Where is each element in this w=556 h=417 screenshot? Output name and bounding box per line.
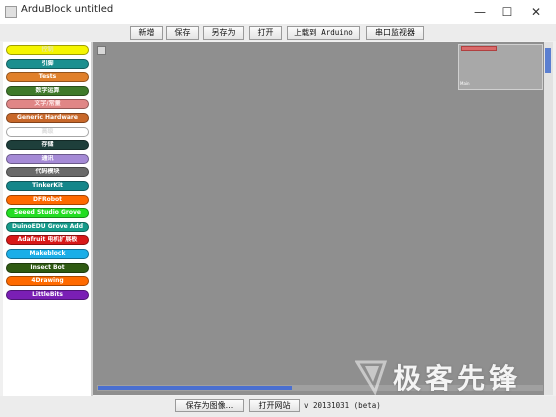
toolbar: 新增 保存 另存为 打开 上载到 Arduino 串口监视器 [0, 24, 556, 41]
title-bar: ArduBlock untitled — ☐ ✕ [0, 0, 556, 24]
save-as-image-button[interactable]: 保存为图像... [175, 399, 244, 412]
horizontal-scroll-thumb[interactable] [98, 386, 292, 390]
minimap-viewport[interactable] [461, 46, 497, 51]
version-label: v 20131031 (beta) [304, 401, 381, 410]
palette-category-button[interactable]: Tests [6, 72, 89, 83]
save-button[interactable]: 保存 [166, 26, 199, 40]
palette-category-button[interactable]: 高级 [6, 126, 89, 137]
vertical-scrollbar[interactable] [544, 42, 553, 395]
open-website-button[interactable]: 打开网站 [249, 399, 300, 412]
block-category-palette: 控制引脚 Tests 数学运算文字/常量 Generic Hardware 高级存储通讯… [3, 42, 91, 396]
palette-category-button[interactable]: 控制 [6, 45, 89, 55]
canvas-corner-button[interactable] [97, 46, 106, 55]
palette-category-button[interactable]: 数学运算 [6, 85, 89, 96]
workspace-canvas[interactable] [93, 42, 544, 395]
maximize-button[interactable]: ☐ [493, 2, 521, 22]
vertical-scroll-thumb[interactable] [545, 48, 551, 73]
watermark-text: 极客先锋 [393, 362, 522, 395]
palette-category-button[interactable]: Adafruit 电机扩展板 [6, 235, 89, 246]
palette-category-button[interactable]: 文字/常量 [6, 99, 89, 110]
palette-category-button[interactable]: LittleBits [6, 289, 89, 300]
minimap-label: Main [460, 81, 470, 86]
palette-category-button[interactable]: Makeblock [6, 249, 89, 259]
window-title: ArduBlock untitled [21, 4, 114, 15]
palette-category-button[interactable]: TinkerKit [6, 181, 89, 191]
palette-category-button[interactable]: 通讯 [6, 153, 89, 164]
palette-category-button[interactable]: Generic Hardware [6, 113, 89, 123]
palette-category-button[interactable]: 引脚 [6, 58, 89, 69]
palette-category-button[interactable]: Insect Bot [6, 262, 89, 273]
app-icon [5, 6, 17, 18]
serial-monitor-button[interactable]: 串口监视器 [366, 26, 424, 40]
ardublock-window: ArduBlock untitled — ☐ ✕ 新增 保存 另存为 打开 上载… [0, 0, 556, 417]
palette-category-button[interactable]: 存储 [6, 140, 89, 151]
palette-category-button[interactable]: DuinoEDU Grove Add [6, 221, 89, 232]
palette-category-button[interactable]: DFRobot [6, 194, 89, 205]
save-as-button[interactable]: 另存为 [203, 26, 244, 40]
palette-category-button[interactable]: 4Drawing [6, 276, 89, 287]
new-button[interactable]: 新增 [130, 26, 163, 40]
palette-category-button[interactable]: Seeed Studio Grove [6, 208, 89, 219]
palette-category-button[interactable]: 代码模块 [6, 167, 89, 178]
minimize-button[interactable]: — [466, 2, 494, 22]
open-button[interactable]: 打开 [249, 26, 282, 40]
close-button[interactable]: ✕ [522, 2, 550, 22]
upload-to-arduino-button[interactable]: 上载到 Arduino [287, 26, 360, 40]
